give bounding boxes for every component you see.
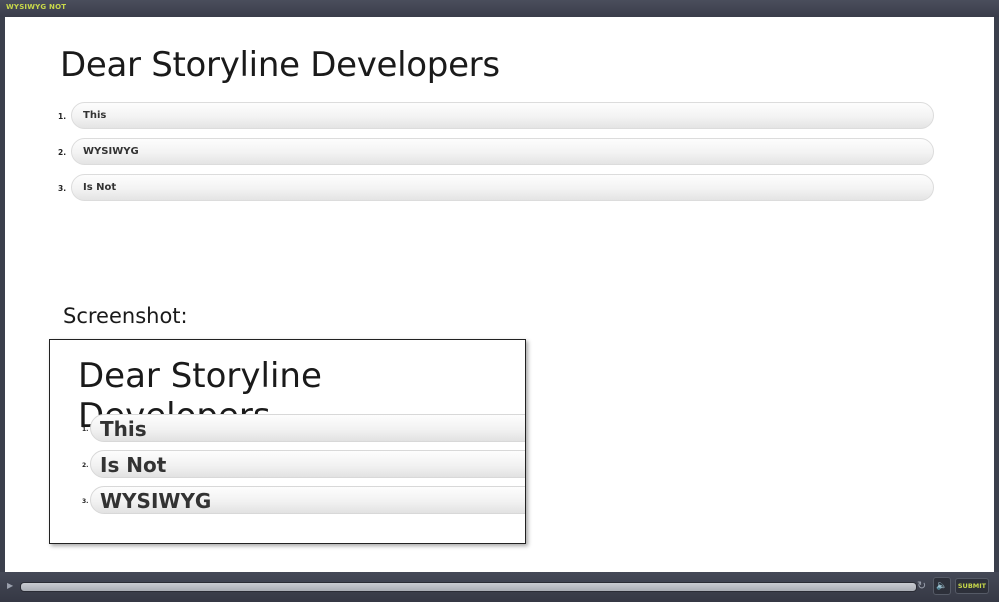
sequence-label: WYSIWYG xyxy=(83,146,139,157)
sequence-label: This xyxy=(83,110,107,121)
screenshot-caption: Screenshot: xyxy=(63,304,188,328)
screenshot-sequence-label: Is Not xyxy=(100,453,167,477)
title-bar: WYSIWYG NOT xyxy=(0,0,999,17)
screenshot-sequence-pill: This xyxy=(90,414,525,442)
screenshot-sequence-label: This xyxy=(100,417,147,441)
window-title: WYSIWYG NOT xyxy=(6,3,67,11)
sequence-pill[interactable]: Is Not xyxy=(71,174,934,201)
screenshot-sequence-number: 3. xyxy=(82,498,89,505)
screenshot-sequence-pill: Is Not xyxy=(90,450,525,478)
sequence-pill[interactable]: WYSIWYG xyxy=(71,138,934,165)
replay-icon[interactable]: ↻ xyxy=(917,580,926,592)
sequence-label: Is Not xyxy=(83,182,117,193)
play-icon[interactable]: ▶ xyxy=(7,581,17,591)
sequence-number: 3. xyxy=(58,184,67,193)
sequence-pill[interactable]: This xyxy=(71,102,934,129)
volume-button[interactable]: 🔈 xyxy=(933,577,951,595)
player-controls: ▶ ↻ 🔈 SUBMIT xyxy=(0,572,999,602)
sequence-number: 1. xyxy=(58,112,67,121)
sequence-number: 2. xyxy=(58,148,67,157)
slide-heading: Dear Storyline Developers xyxy=(60,45,500,85)
screenshot-sequence-number: 2. xyxy=(82,462,89,469)
screenshot-image: Dear Storyline Developers 1. This 2. Is … xyxy=(49,339,526,544)
volume-icon: 🔈 xyxy=(936,581,948,591)
screenshot-sequence-pill: WYSIWYG xyxy=(90,486,525,514)
screenshot-sequence-label: WYSIWYG xyxy=(100,489,212,513)
screenshot-sequence-number: 1. xyxy=(82,426,89,433)
seekbar[interactable] xyxy=(20,582,917,592)
slide-canvas: Dear Storyline Developers 1. This 2. WYS… xyxy=(5,17,994,572)
submit-button[interactable]: SUBMIT xyxy=(955,578,989,594)
